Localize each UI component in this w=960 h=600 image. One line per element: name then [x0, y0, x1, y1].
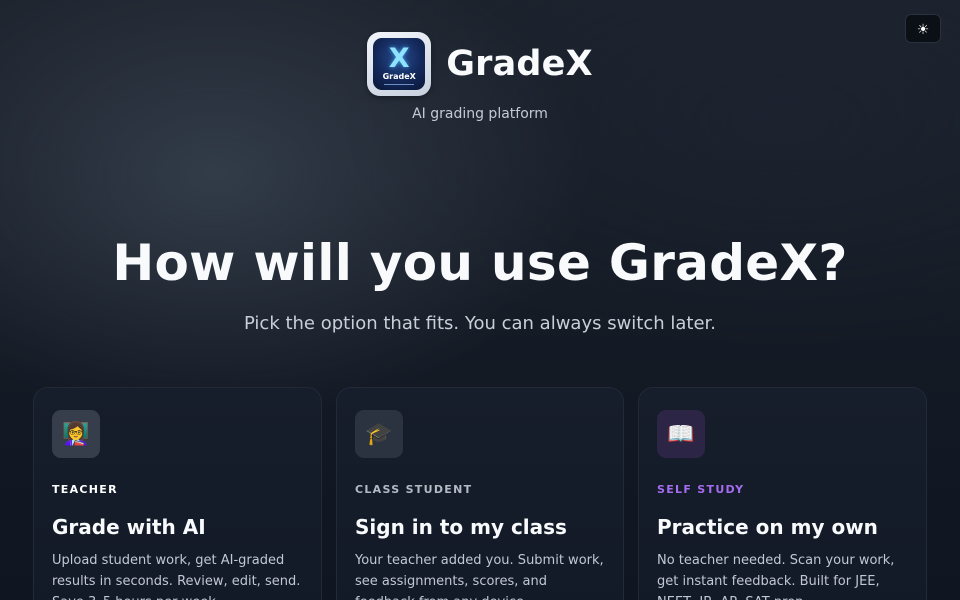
page-title: How will you use GradeX? — [112, 234, 848, 292]
role-card-class-student[interactable]: 🎓 CLASS STUDENT Sign in to my class Your… — [336, 387, 624, 600]
page-subtitle: Pick the option that fits. You can alway… — [243, 313, 717, 334]
card-description: Your teacher added you. Submit work, see… — [355, 553, 604, 600]
role-card-self-study[interactable]: 📖 SELF STUDY Practice on my own No teach… — [638, 387, 927, 600]
card-label: CLASS STUDENT — [355, 483, 473, 496]
brand-name: GradeX — [446, 44, 593, 84]
logo-wordmark: GradeX — [382, 72, 416, 81]
teacher-icon: 👩‍🏫 — [52, 410, 100, 458]
brand-header: X GradeX GradeX — [0, 32, 960, 96]
book-icon: 📖 — [657, 410, 705, 458]
card-title: Grade with AI — [52, 515, 206, 539]
card-description: No teacher needed. Scan your work, get i… — [657, 553, 895, 600]
role-card-teacher[interactable]: 👩‍🏫 TEACHER Grade with AI Upload student… — [33, 387, 322, 600]
student-icon: 🎓 — [355, 410, 403, 458]
card-description: Upload student work, get AI-graded resul… — [52, 553, 301, 600]
card-label: TEACHER — [52, 483, 118, 496]
logo-mark: X — [388, 43, 410, 74]
gradex-logo-icon: X GradeX — [367, 32, 432, 96]
card-title: Sign in to my class — [355, 515, 567, 539]
card-title: Practice on my own — [657, 515, 878, 539]
brand-tagline: AI grading platform — [412, 106, 548, 122]
card-label: SELF STUDY — [657, 483, 745, 496]
